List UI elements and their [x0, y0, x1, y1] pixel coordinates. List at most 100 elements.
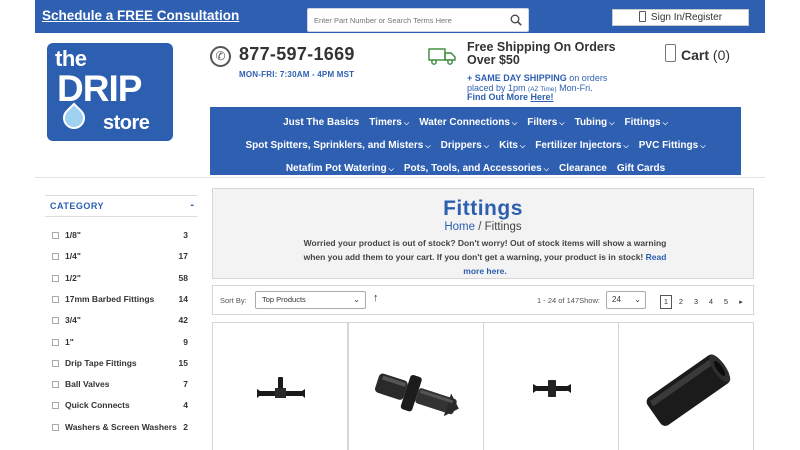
checkbox[interactable] — [52, 338, 59, 346]
chevron-down-icon: ⌵ — [623, 143, 629, 150]
breadcrumb-separator: / — [478, 221, 482, 233]
business-hours: MON-FRI: 7:30AM - 4PM MST — [239, 70, 355, 79]
find-out-here-link[interactable]: Here! — [531, 92, 554, 102]
free-consultation-link[interactable]: Schedule a FREE Consultation — [42, 8, 239, 23]
checkbox[interactable] — [52, 423, 59, 431]
nav-item-label: Pots, Tools, and Accessories — [403, 163, 542, 174]
category-filter-item[interactable]: Drip Tape Fittings 15 — [52, 356, 190, 372]
checkbox[interactable] — [52, 317, 59, 325]
chevron-down-icon: ⌵ — [511, 120, 518, 127]
checkbox[interactable] — [52, 402, 59, 410]
nav-item[interactable]: Clearance — [559, 163, 607, 174]
checkbox[interactable] — [52, 253, 59, 261]
chevron-down-icon: ⌵ — [425, 143, 431, 150]
page-link[interactable]: 4 — [705, 296, 717, 310]
product-card[interactable] — [618, 322, 754, 450]
checkbox[interactable] — [52, 381, 59, 389]
nav-item[interactable]: Fittings ⌵ — [624, 117, 667, 128]
checkbox[interactable] — [52, 232, 59, 239]
nav-item-label: Spot Spitters, Sprinklers, and Misters — [245, 140, 424, 151]
category-filter-item[interactable]: 1" 9 — [52, 335, 190, 351]
cart-link[interactable]: Cart (0) — [681, 47, 730, 63]
category-count: 3 — [183, 230, 188, 240]
nav-item[interactable]: Spot Spitters, Sprinklers, and Misters ⌵ — [245, 140, 430, 151]
nav-item[interactable]: Just The Basics — [283, 117, 359, 128]
category-count: 2 — [183, 421, 188, 432]
collapse-icon[interactable]: - — [190, 199, 194, 211]
sort-direction-icon[interactable]: ↑ — [373, 292, 379, 304]
category-filter-item[interactable]: 17mm Barbed Fittings 14 — [52, 292, 190, 308]
nav-item[interactable]: Netafim Pot Watering ⌵ — [286, 163, 394, 174]
nav-item[interactable]: Water Connections ⌵ — [419, 117, 517, 128]
nav-item-label: Tubing — [574, 117, 608, 128]
category-count: 17 — [178, 251, 188, 262]
category-filter-item[interactable]: Quick Connects 4 — [52, 398, 190, 414]
nav-item[interactable]: Kits ⌵ — [499, 140, 525, 151]
category-filter-item[interactable]: 3/4" 42 — [52, 313, 190, 329]
category-label: 17mm Barbed Fittings — [65, 293, 155, 304]
black-tube-coupling-image — [646, 354, 731, 426]
phone-device-icon — [638, 11, 646, 22]
search-input[interactable] — [308, 9, 500, 31]
nav-item[interactable]: Drippers ⌵ — [441, 140, 489, 151]
phone-icon: ✆ — [210, 46, 231, 67]
chevron-down-icon: ⌵ — [519, 143, 526, 150]
nav-item[interactable]: Timers ⌵ — [369, 117, 409, 128]
category-count: 4 — [183, 400, 188, 411]
nav-item[interactable]: PVC Fittings ⌵ — [639, 140, 706, 151]
cart-count: (0) — [712, 47, 731, 63]
nav-item[interactable]: Tubing ⌵ — [575, 117, 615, 128]
category-filter-item[interactable]: 1/4" 17 — [52, 249, 190, 265]
breadcrumb-home-link[interactable]: Home — [444, 221, 475, 233]
category-filter-item[interactable]: 1/2" 58 — [52, 271, 190, 287]
product-card[interactable] — [212, 322, 348, 450]
nav-item[interactable]: Fertilizer Injectors ⌵ — [535, 140, 628, 151]
sort-select[interactable]: Top Products ⌄ — [255, 291, 366, 309]
nav-item[interactable]: Gift Cards — [617, 163, 665, 174]
small-barb-connector-image — [533, 380, 571, 397]
search-box — [307, 8, 529, 32]
nav-row-3: Netafim Pot Watering ⌵ Pots, Tools, and Ac… — [210, 158, 741, 176]
category-filter-item[interactable]: Washers & Screen Washers 2 — [52, 420, 190, 436]
category-heading: CATEGORY — [50, 201, 105, 211]
nav-row-1: Just The Basics Timers ⌵ Water Connections ⌵… — [210, 112, 741, 130]
main-nav: Just The Basics Timers ⌵ Water Connections ⌵… — [210, 107, 741, 175]
category-filter-item[interactable]: Ball Valves 7 — [52, 377, 190, 393]
same-day-days: Mon-Fri. — [556, 83, 593, 93]
category-count: 42 — [178, 315, 188, 326]
page-link[interactable]: 1 — [660, 295, 672, 309]
checkbox[interactable] — [52, 274, 59, 282]
checkbox[interactable] — [52, 295, 59, 303]
sign-in-button[interactable]: Sign In/Register — [612, 9, 749, 26]
nav-item-label: Netafim Pot Watering — [285, 163, 387, 174]
pagination: 1 2 3 4 5 ▸ — [660, 291, 750, 309]
category-label: Drip Tape Fittings — [65, 357, 137, 368]
page-link[interactable]: 5 — [720, 296, 732, 310]
search-icon[interactable] — [510, 14, 522, 26]
nav-item-label: PVC Fittings — [638, 140, 699, 151]
cart-icon[interactable] — [665, 44, 676, 62]
category-filter-item[interactable]: 1/8" 3 — [52, 228, 190, 244]
drip-store-logo[interactable]: the DRIP store — [47, 43, 173, 141]
next-page-icon[interactable]: ▸ — [735, 297, 747, 311]
nav-item-label: Filters — [527, 117, 558, 128]
results-range-text: 1 - 24 of 147 — [537, 296, 580, 305]
product-toolbar: Sort By: Top Products ⌄ ↑ 1 - 24 of 147Sh… — [212, 285, 754, 315]
category-label: Ball Valves — [65, 379, 110, 390]
category-filter-header[interactable]: CATEGORY - — [45, 195, 197, 217]
category-count: 7 — [183, 379, 188, 390]
nav-item-label: Gift Cards — [616, 163, 666, 174]
nav-item[interactable]: Filters ⌵ — [527, 117, 564, 128]
nav-item-label: Water Connections — [419, 117, 510, 128]
show-count-select[interactable]: 24 ⌄ — [606, 291, 646, 309]
page-link[interactable]: 3 — [690, 296, 702, 310]
chevron-down-icon: ⌵ — [388, 166, 394, 173]
phone-number[interactable]: 877-597-1669 — [239, 44, 355, 65]
nav-item[interactable]: Pots, Tools, and Accessories ⌵ — [404, 163, 549, 174]
chevron-down-icon: ⌄ — [634, 295, 641, 304]
page-link[interactable]: 2 — [675, 296, 687, 310]
show-label: Show: — [579, 296, 600, 305]
checkbox[interactable] — [52, 359, 59, 367]
product-card[interactable] — [483, 322, 619, 450]
product-card[interactable] — [348, 322, 484, 450]
